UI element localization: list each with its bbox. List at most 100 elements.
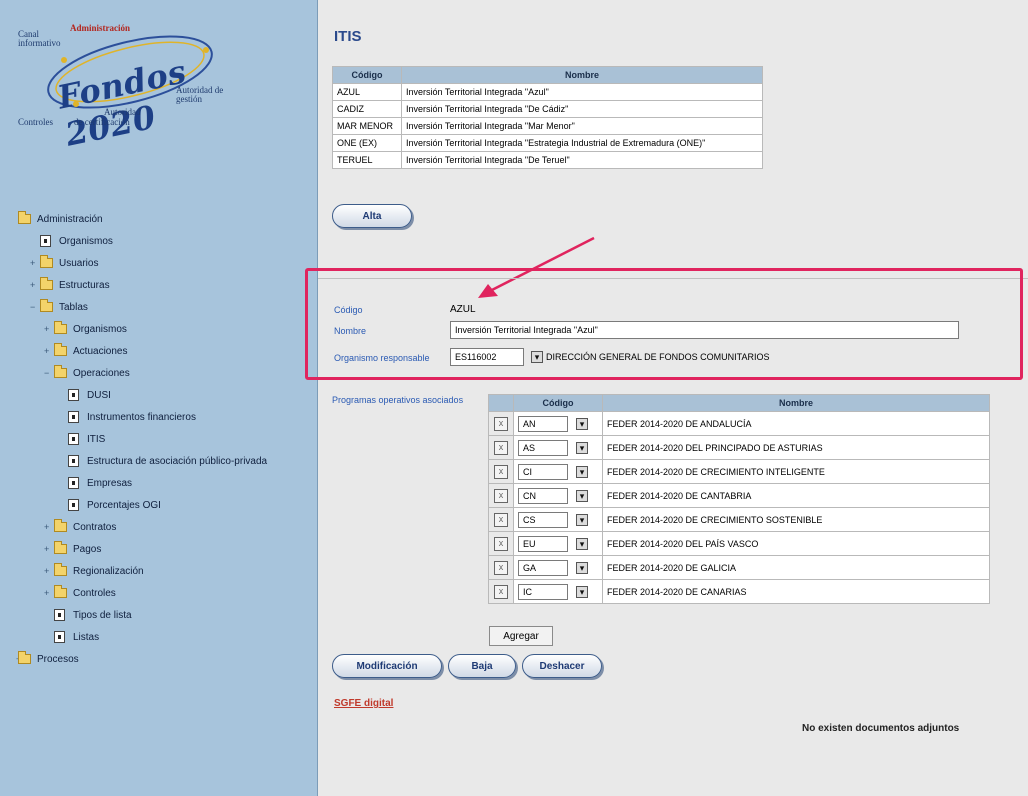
cell-nombre: Inversión Territorial Integrada "De Cádi…: [401, 100, 763, 118]
doc-icon: [54, 631, 65, 643]
tree-item-label: Empresas: [87, 477, 133, 489]
baja-button[interactable]: Baja: [448, 654, 516, 678]
programas-table: Código Nombre x AN ▾ FEDER 2014-2020 DE AND…: [488, 394, 990, 604]
program-name-cell: FEDER 2014-2020 DE ANDALUCÍA: [602, 411, 990, 436]
deshacer-button[interactable]: Deshacer: [522, 654, 602, 678]
tree-item[interactable]: − Tablas: [18, 296, 318, 318]
agregar-button[interactable]: Agregar: [489, 626, 553, 646]
tree-item[interactable]: Estructura de asociación público-privada: [18, 450, 318, 472]
folder-icon: [54, 365, 67, 378]
table-row[interactable]: ONE (EX) Inversión Territorial Integrada …: [332, 134, 763, 152]
expand-icon[interactable]: +: [44, 324, 49, 334]
programas-operativos-label: Programas operativos asociados: [332, 395, 464, 405]
program-code-input[interactable]: CS: [518, 511, 568, 528]
program-dropdown-icon[interactable]: ▾: [576, 418, 588, 431]
tree-item[interactable]: Instrumentos financieros: [18, 406, 318, 428]
code-cell: CS ▾: [513, 507, 603, 532]
cell-codigo: ONE (EX): [332, 134, 402, 152]
collapse-icon[interactable]: −: [44, 368, 49, 378]
remove-icon[interactable]: x: [494, 560, 508, 575]
remove-icon[interactable]: x: [494, 416, 508, 431]
collapse-icon[interactable]: −: [30, 302, 35, 312]
folder-icon: [54, 563, 67, 576]
program-code-input[interactable]: GA: [518, 559, 568, 576]
tree-item[interactable]: Administración: [18, 208, 318, 230]
cell-codigo: AZUL: [332, 83, 402, 101]
sgfe-digital-link[interactable]: SGFE digital: [334, 698, 393, 709]
tree-item[interactable]: ITIS: [18, 428, 318, 450]
program-code-input[interactable]: AS: [518, 439, 568, 456]
tree-item[interactable]: +Procesos: [16, 648, 318, 670]
table-row: x AN ▾ FEDER 2014-2020 DE ANDALUCÍA: [488, 411, 990, 436]
remove-cell: x: [488, 459, 514, 484]
tree-item[interactable]: Porcentajes OGI: [18, 494, 318, 516]
program-name-cell: FEDER 2014-2020 DE CRECIMIENTO SOSTENIBL…: [602, 507, 990, 532]
program-dropdown-icon[interactable]: ▾: [576, 490, 588, 503]
expand-icon[interactable]: +: [30, 280, 35, 290]
tree-item-label: Porcentajes OGI: [87, 499, 161, 511]
remove-icon[interactable]: x: [494, 440, 508, 455]
tree-item[interactable]: Empresas: [18, 472, 318, 494]
expand-icon[interactable]: +: [44, 346, 49, 356]
expand-icon[interactable]: +: [44, 566, 49, 576]
expand-icon[interactable]: +: [44, 588, 49, 598]
table-row[interactable]: MAR MENOR Inversión Territorial Integrada…: [332, 117, 763, 135]
table-row[interactable]: TERUEL Inversión Territorial Integrada "D…: [332, 151, 763, 169]
tree-item[interactable]: + Controles: [18, 582, 318, 604]
remove-icon[interactable]: x: [494, 512, 508, 527]
column-header-nombre: Nombre: [401, 66, 763, 84]
table-row: x IC ▾ FEDER 2014-2020 DE CANARIAS: [488, 579, 990, 604]
program-code-input[interactable]: IC: [518, 583, 568, 600]
alta-button[interactable]: Alta: [332, 204, 412, 228]
tree-item-label: Actuaciones: [73, 345, 128, 357]
remove-icon[interactable]: x: [494, 536, 508, 551]
code-cell: GA ▾: [513, 555, 603, 580]
remove-cell: x: [488, 555, 514, 580]
program-code-input[interactable]: EU: [518, 535, 568, 552]
tree-item[interactable]: + Actuaciones: [18, 340, 318, 362]
folder-icon: [18, 651, 31, 664]
program-dropdown-icon[interactable]: ▾: [576, 442, 588, 455]
tree-item[interactable]: + Regionalización: [18, 560, 318, 582]
folder-icon: [40, 277, 53, 290]
doc-icon: [68, 433, 79, 445]
program-dropdown-icon[interactable]: ▾: [576, 538, 588, 551]
program-code-input[interactable]: AN: [518, 415, 568, 432]
program-code-input[interactable]: CN: [518, 487, 568, 504]
navigation-tree: Administración Organismos + Usuarios + Estruc…: [16, 208, 318, 670]
program-dropdown-icon[interactable]: ▾: [576, 562, 588, 575]
program-dropdown-icon[interactable]: ▾: [576, 586, 588, 599]
expand-icon[interactable]: +: [30, 258, 35, 268]
tree-item[interactable]: DUSI: [18, 384, 318, 406]
tree-item[interactable]: + Organismos: [18, 318, 318, 340]
modificacion-button[interactable]: Modificación: [332, 654, 442, 678]
remove-icon[interactable]: x: [494, 488, 508, 503]
tree-item[interactable]: Tipos de lista: [18, 604, 318, 626]
table-row[interactable]: AZUL Inversión Territorial Integrada "Azu…: [332, 83, 763, 101]
program-code-input[interactable]: CI: [518, 463, 568, 480]
tree-item[interactable]: + Contratos: [18, 516, 318, 538]
expand-icon[interactable]: +: [44, 544, 49, 554]
code-cell: CN ▾: [513, 483, 603, 508]
tree-item[interactable]: + Usuarios: [18, 252, 318, 274]
remove-icon[interactable]: x: [494, 464, 508, 479]
program-dropdown-icon[interactable]: ▾: [576, 466, 588, 479]
tree-item[interactable]: − Operaciones: [18, 362, 318, 384]
tree-item[interactable]: + Estructuras: [18, 274, 318, 296]
tree-item-label: Administración: [37, 213, 103, 225]
folder-icon: [54, 541, 67, 554]
program-dropdown-icon[interactable]: ▾: [576, 514, 588, 527]
tree-item-label: Instrumentos financieros: [87, 411, 196, 423]
tree-item-label: Listas: [73, 631, 100, 643]
table-row: x EU ▾ FEDER 2014-2020 DEL PAÍS VASCO: [488, 531, 990, 556]
tree-item[interactable]: Organismos: [18, 230, 318, 252]
expand-icon[interactable]: +: [44, 522, 49, 532]
doc-icon: [68, 389, 79, 401]
remove-icon[interactable]: x: [494, 584, 508, 599]
table-row[interactable]: CADIZ Inversión Territorial Integrada "De…: [332, 100, 763, 118]
highlight-box: [305, 268, 1023, 380]
column-header-prog-codigo: Código: [513, 394, 603, 412]
tree-item[interactable]: + Pagos: [18, 538, 318, 560]
tree-item[interactable]: Listas: [18, 626, 318, 648]
column-header-codigo: Código: [332, 66, 402, 84]
